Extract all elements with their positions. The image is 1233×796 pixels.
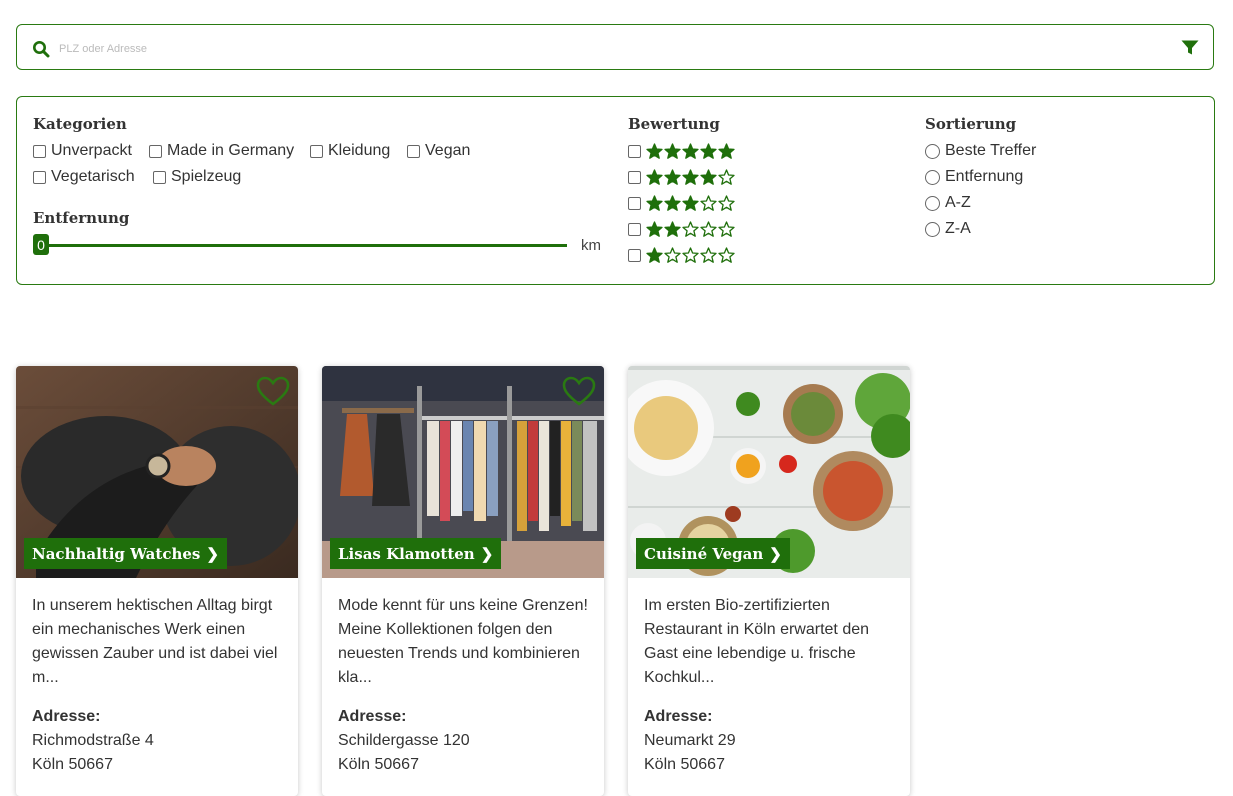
address-street: Neumarkt 29 [644, 732, 736, 749]
star-filled-icon [664, 168, 681, 185]
star-filled-icon [682, 194, 699, 211]
address-city: Köln 50667 [32, 756, 113, 773]
rating-checkbox-5-stars[interactable] [628, 141, 735, 161]
star-outline-icon [718, 194, 735, 211]
star-outline-icon [718, 220, 735, 237]
chevron-right-icon: ❯ [480, 544, 494, 563]
address-city: Köln 50667 [338, 756, 419, 773]
sort-radio-a-z[interactable]: A-Z [925, 193, 971, 213]
star-filled-icon [646, 246, 663, 263]
category-checkbox-vegetarisch[interactable]: Vegetarisch [33, 167, 135, 187]
category-label: Unverpackt [51, 142, 132, 159]
star-filled-icon [664, 194, 681, 211]
sort-label: A-Z [945, 194, 971, 211]
categories-heading: Kategorien [33, 115, 127, 133]
sort-label: Z-A [945, 220, 971, 237]
star-filled-icon [646, 220, 663, 237]
card-title-link[interactable]: Nachhaltig Watches ❯ [24, 538, 227, 569]
sort-label: Entfernung [945, 168, 1024, 185]
sort-label: Beste Treffer [945, 142, 1037, 159]
card-description: Im ersten Bio-zertifizierten Restaurant … [644, 597, 870, 686]
star-outline-icon [718, 246, 735, 263]
rating-checkbox-2-stars[interactable] [628, 219, 735, 239]
rating-heading: Bewertung [628, 115, 720, 133]
search-icon[interactable] [32, 40, 50, 58]
star-filled-icon [646, 142, 663, 159]
chevron-right-icon: ❯ [206, 544, 219, 563]
address-street: Richmodstraße 4 [32, 732, 154, 749]
category-checkbox-vegan[interactable]: Vegan [407, 141, 470, 161]
card-title: Lisas Klamotten [338, 544, 475, 563]
sort-radio-beste-treffer[interactable]: Beste Treffer [925, 141, 1036, 161]
address-label: Adresse: [32, 708, 101, 725]
category-label: Vegetarisch [51, 168, 135, 185]
address-label: Adresse: [338, 708, 407, 725]
favorite-heart-icon[interactable] [562, 376, 596, 406]
search-bar [16, 24, 1214, 70]
distance-slider-track[interactable] [41, 244, 567, 247]
category-label: Vegan [425, 142, 471, 159]
star-outline-icon [718, 168, 735, 185]
distance-slider-handle[interactable]: 0 [33, 234, 49, 255]
sort-radio-entfernung[interactable]: Entfernung [925, 167, 1023, 187]
rating-stars [646, 246, 735, 264]
search-input[interactable] [57, 35, 1161, 63]
rating-checkbox-1-stars[interactable] [628, 245, 735, 265]
rating-stars [646, 194, 735, 212]
card-description: In unserem hektischen Alltag birgt ein m… [32, 597, 278, 686]
card-title: Cuisiné Vegan [644, 544, 764, 563]
star-filled-icon [682, 142, 699, 159]
star-outline-icon [682, 246, 699, 263]
chevron-right-icon: ❯ [769, 544, 782, 563]
category-label: Kleidung [328, 142, 391, 159]
category-label: Made in Germany [167, 142, 295, 159]
category-checkbox-made-in-germany[interactable]: Made in Germany [149, 141, 294, 161]
shop-card-nachhaltig-watches[interactable]: Nachhaltig Watches ❯ In unserem hektisch… [16, 366, 298, 796]
star-filled-icon [664, 220, 681, 237]
filter-panel: Kategorien Unverpackt Made in Germany Kl… [16, 96, 1215, 285]
card-description: Mode kennt für uns keine Grenzen! Meine … [338, 597, 588, 686]
star-outline-icon [664, 246, 681, 263]
sorting-heading: Sortierung [925, 115, 1017, 133]
rating-stars [646, 220, 735, 238]
sort-radio-z-a[interactable]: Z-A [925, 219, 971, 239]
star-filled-icon [646, 168, 663, 185]
star-filled-icon [646, 194, 663, 211]
card-title-link[interactable]: Cuisiné Vegan ❯ [636, 538, 790, 569]
card-title-link[interactable]: Lisas Klamotten ❯ [330, 538, 502, 569]
star-outline-icon [700, 246, 717, 263]
category-checkbox-unverpackt[interactable]: Unverpackt [33, 141, 132, 161]
address-city: Köln 50667 [644, 756, 725, 773]
star-outline-icon [700, 220, 717, 237]
card-title: Nachhaltig Watches [32, 544, 201, 563]
star-filled-icon [664, 142, 681, 159]
rating-stars [646, 168, 735, 186]
rating-checkbox-3-stars[interactable] [628, 193, 735, 213]
favorite-heart-icon[interactable] [256, 376, 290, 406]
star-filled-icon [700, 142, 717, 159]
star-outline-icon [700, 194, 717, 211]
category-label: Spielzeug [171, 168, 242, 185]
category-checkbox-spielzeug[interactable]: Spielzeug [153, 167, 241, 187]
distance-heading: Entfernung [33, 209, 130, 227]
shop-card-cuisine-vegan[interactable]: Cuisiné Vegan ❯ Im ersten Bio-zertifizie… [628, 366, 910, 796]
rating-checkbox-4-stars[interactable] [628, 167, 735, 187]
address-street: Schildergasse 120 [338, 732, 470, 749]
star-filled-icon [718, 142, 735, 159]
star-outline-icon [682, 220, 699, 237]
star-filled-icon [700, 168, 717, 185]
distance-unit: km [581, 237, 601, 254]
address-label: Adresse: [644, 708, 713, 725]
category-checkbox-kleidung[interactable]: Kleidung [310, 141, 390, 161]
filter-icon[interactable] [1181, 40, 1199, 56]
star-filled-icon [682, 168, 699, 185]
shop-card-lisas-klamotten[interactable]: Lisas Klamotten ❯ Mode kennt für uns kei… [322, 366, 604, 796]
rating-stars [646, 142, 735, 160]
